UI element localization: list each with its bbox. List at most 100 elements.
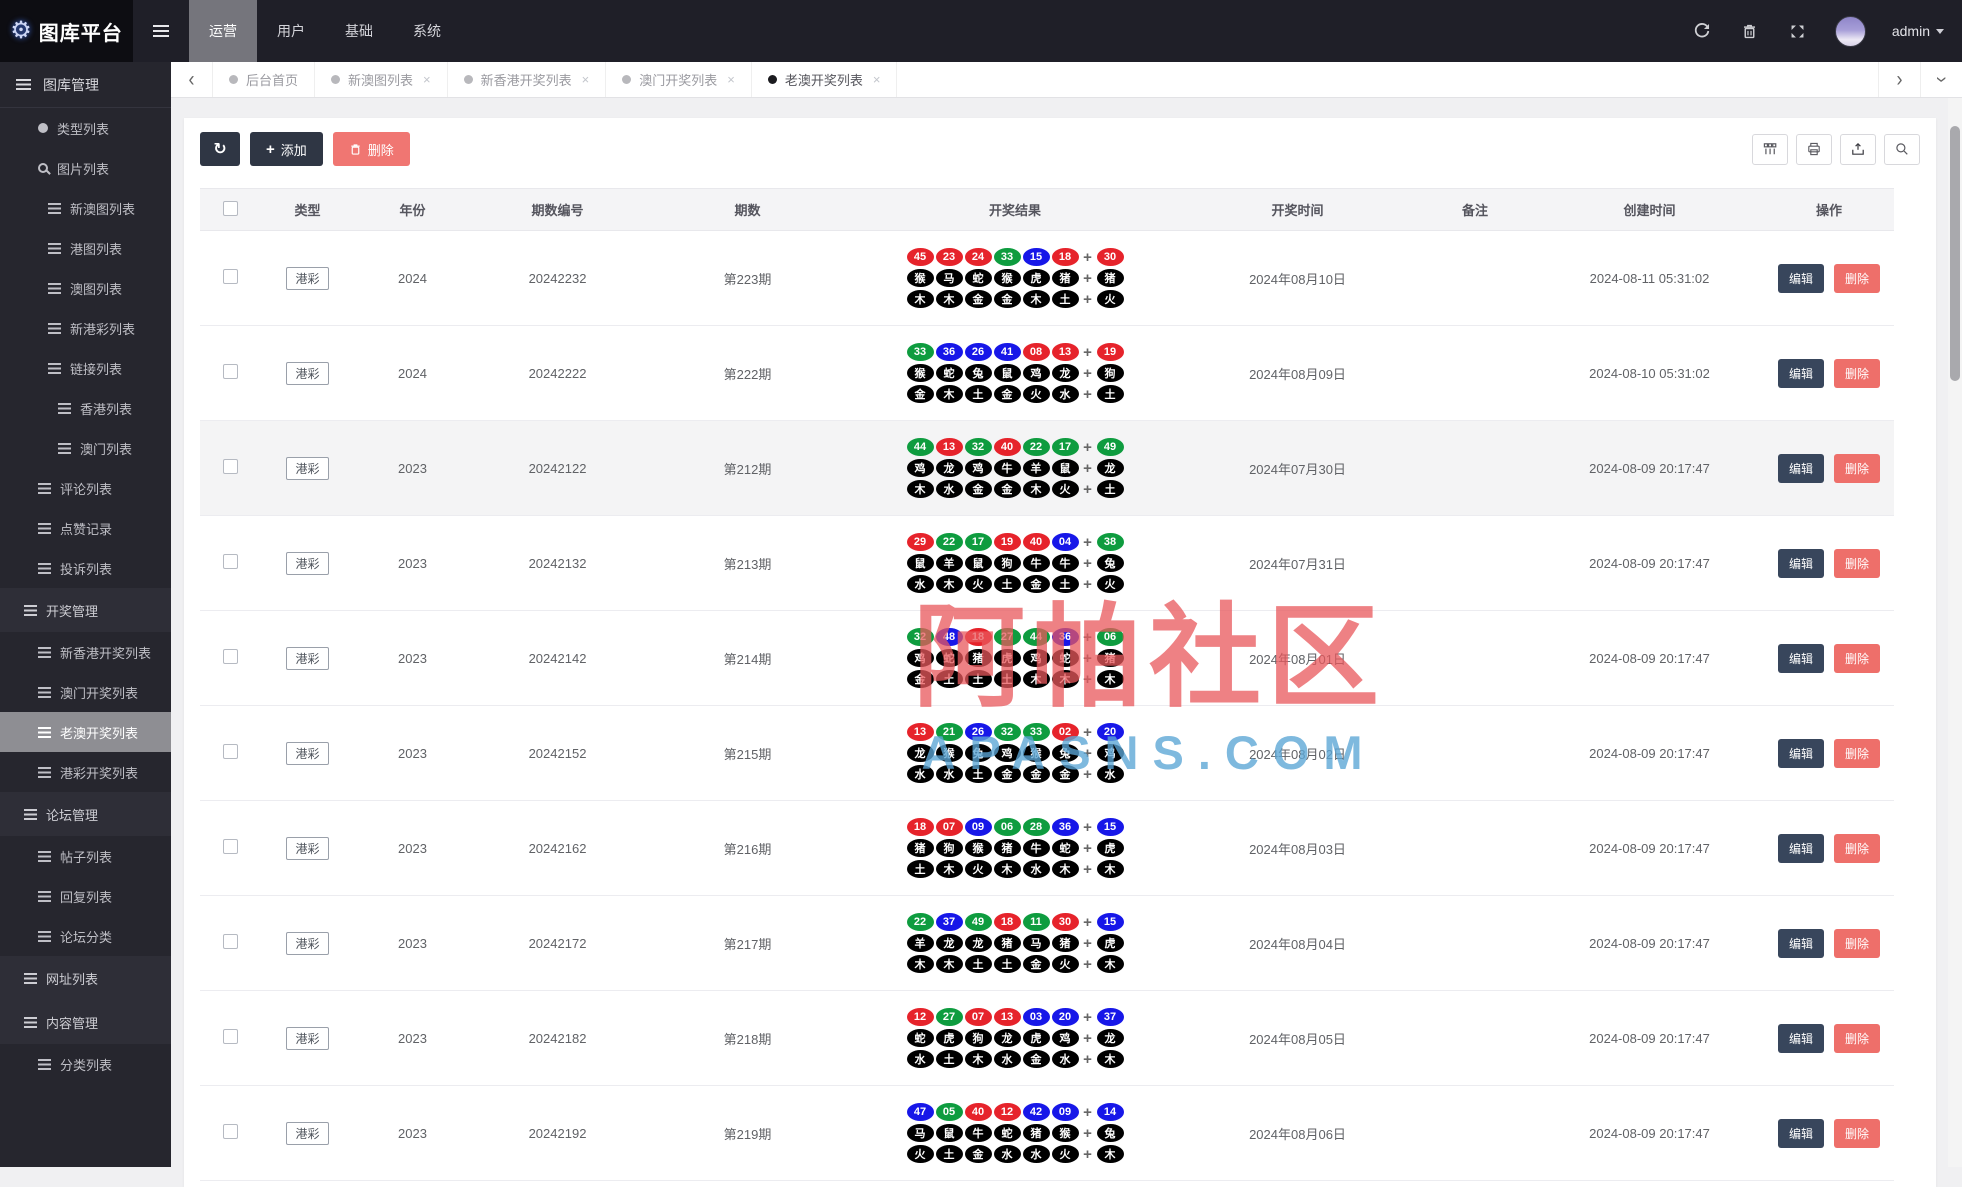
tab-new-ao-image-list[interactable]: 新澳图列表 × — [315, 62, 448, 97]
cell-type: 港彩 — [260, 421, 355, 516]
tab-new-hk-draw-list[interactable]: 新香港开奖列表 × — [448, 62, 607, 97]
type-badge: 港彩 — [286, 362, 328, 385]
row-delete-button[interactable]: 删除 — [1834, 644, 1880, 673]
trash-icon[interactable] — [1739, 20, 1761, 42]
tab-macau-draw-list[interactable]: 澳门开奖列表 × — [606, 62, 752, 97]
sidebar-item-reply-list[interactable]: 回复列表 — [0, 876, 171, 916]
edit-button[interactable]: 编辑 — [1778, 359, 1824, 388]
cell-actions: 编辑删除 — [1764, 896, 1894, 991]
row-delete-button[interactable]: 删除 — [1834, 739, 1880, 768]
plus-separator: + — [1080, 935, 1096, 952]
row-checkbox[interactable] — [223, 364, 238, 379]
menu-users[interactable]: 用户 — [257, 0, 325, 62]
sidebar-item-new-hk-lottery-list[interactable]: 新港彩列表 — [0, 308, 171, 348]
row-delete-button[interactable]: 删除 — [1834, 264, 1880, 293]
delete-button[interactable]: 删除 — [333, 132, 410, 166]
lottery-ball: 12 — [994, 1103, 1021, 1121]
close-icon[interactable]: × — [582, 72, 590, 87]
sidebar-item-hk-lottery-draw-list[interactable]: 港彩开奖列表 — [0, 752, 171, 792]
select-all-checkbox[interactable] — [223, 201, 238, 216]
print-button[interactable] — [1796, 134, 1832, 165]
sidebar-item-hk-image-list[interactable]: 港图列表 — [0, 228, 171, 268]
cell-remark — [1415, 516, 1535, 611]
row-delete-button[interactable]: 删除 — [1834, 834, 1880, 863]
sidebar-item-comment-list[interactable]: 评论列表 — [0, 468, 171, 508]
cell-actions: 编辑删除 — [1764, 231, 1894, 326]
fullscreen-icon[interactable] — [1787, 20, 1809, 42]
tab-old-ao-draw-list[interactable]: 老澳开奖列表 × — [752, 62, 898, 97]
user-avatar[interactable] — [1835, 16, 1866, 47]
sidebar-title[interactable]: 图库管理 — [0, 62, 171, 108]
sidebar-item-macau-draw-list[interactable]: 澳门开奖列表 — [0, 672, 171, 712]
cell-created-time: 2024-08-09 20:17:47 — [1535, 421, 1764, 516]
menu-basic[interactable]: 基础 — [325, 0, 393, 62]
edit-button[interactable]: 编辑 — [1778, 549, 1824, 578]
edit-button[interactable]: 编辑 — [1778, 454, 1824, 483]
row-checkbox[interactable] — [223, 459, 238, 474]
edit-button[interactable]: 编辑 — [1778, 1024, 1824, 1053]
row-checkbox[interactable] — [223, 554, 238, 569]
scrollbar-thumb[interactable] — [1950, 126, 1960, 381]
tabs-scroll-left-button[interactable]: ‹ — [171, 62, 213, 97]
sidebar-item-new-hk-draw-list[interactable]: 新香港开奖列表 — [0, 632, 171, 672]
sidebar-item-macau-list[interactable]: 澳门列表 — [0, 428, 171, 468]
row-delete-button[interactable]: 删除 — [1834, 1119, 1880, 1148]
row-checkbox[interactable] — [223, 839, 238, 854]
row-delete-button[interactable]: 删除 — [1834, 929, 1880, 958]
row-delete-button[interactable]: 删除 — [1834, 359, 1880, 388]
sidebar-item-label: 论坛管理 — [46, 805, 98, 824]
sidebar-item-like-records[interactable]: 点赞记录 — [0, 508, 171, 548]
edit-button[interactable]: 编辑 — [1778, 644, 1824, 673]
row-checkbox[interactable] — [223, 269, 238, 284]
columns-toggle-button[interactable] — [1752, 134, 1788, 165]
sidebar-item-category-list[interactable]: 分类列表 — [0, 1044, 171, 1084]
sidebar-item-forum-management[interactable]: 论坛管理 — [0, 792, 171, 836]
user-menu[interactable]: admin — [1892, 23, 1944, 39]
sidebar-item-old-ao-draw-list[interactable]: 老澳开奖列表 — [0, 712, 171, 752]
edit-button[interactable]: 编辑 — [1778, 1119, 1824, 1148]
sidebar-item-url-list[interactable]: 网址列表 — [0, 956, 171, 1000]
edit-button[interactable]: 编辑 — [1778, 739, 1824, 768]
export-button[interactable] — [1840, 134, 1876, 165]
sidebar-item-image-list[interactable]: 图片列表 — [0, 148, 171, 188]
sidebar-item-type-list[interactable]: 类型列表 — [0, 108, 171, 148]
menu-operations[interactable]: 运营 — [189, 0, 257, 62]
row-checkbox[interactable] — [223, 744, 238, 759]
row-checkbox[interactable] — [223, 649, 238, 664]
sidebar-item-post-list[interactable]: 帖子列表 — [0, 836, 171, 876]
search-button[interactable] — [1884, 134, 1920, 165]
sidebar-item-hongkong-list[interactable]: 香港列表 — [0, 388, 171, 428]
menu-system[interactable]: 系统 — [393, 0, 461, 62]
sidebar-item-label: 帖子列表 — [60, 847, 112, 866]
row-checkbox[interactable] — [223, 1124, 238, 1139]
tabs-dropdown-button[interactable]: › — [1920, 62, 1962, 97]
edit-button[interactable]: 编辑 — [1778, 834, 1824, 863]
refresh-icon[interactable] — [1691, 20, 1713, 42]
edit-button[interactable]: 编辑 — [1778, 929, 1824, 958]
sidebar-collapse-button[interactable] — [133, 0, 189, 62]
ball-line: 132126323302+20 — [850, 723, 1180, 741]
row-checkbox[interactable] — [223, 934, 238, 949]
sidebar-item-draw-management[interactable]: 开奖管理 — [0, 588, 171, 632]
lottery-ball: 19 — [1097, 343, 1124, 361]
sidebar-item-complaint-list[interactable]: 投诉列表 — [0, 548, 171, 588]
sidebar-item-forum-category[interactable]: 论坛分类 — [0, 916, 171, 956]
close-icon[interactable]: × — [727, 72, 735, 87]
row-delete-button[interactable]: 删除 — [1834, 454, 1880, 483]
sidebar-item-link-list[interactable]: 链接列表 — [0, 348, 171, 388]
edit-button[interactable]: 编辑 — [1778, 264, 1824, 293]
add-button[interactable]: + 添加 — [250, 132, 323, 166]
attribute-ball: 土 — [1052, 290, 1079, 308]
row-delete-button[interactable]: 删除 — [1834, 1024, 1880, 1053]
refresh-table-button[interactable]: ↻ — [200, 132, 240, 166]
row-checkbox[interactable] — [223, 1029, 238, 1044]
tabs-scroll-right-button[interactable]: › — [1878, 62, 1920, 97]
tab-home[interactable]: 后台首页 — [213, 62, 315, 97]
cell-issue-code: 20242222 — [470, 326, 645, 421]
close-icon[interactable]: × — [423, 72, 431, 87]
close-icon[interactable]: × — [873, 72, 881, 87]
row-delete-button[interactable]: 删除 — [1834, 549, 1880, 578]
sidebar-item-ao-image-list[interactable]: 澳图列表 — [0, 268, 171, 308]
sidebar-item-new-ao-image-list[interactable]: 新澳图列表 — [0, 188, 171, 228]
sidebar-item-content-management[interactable]: 内容管理 — [0, 1000, 171, 1044]
